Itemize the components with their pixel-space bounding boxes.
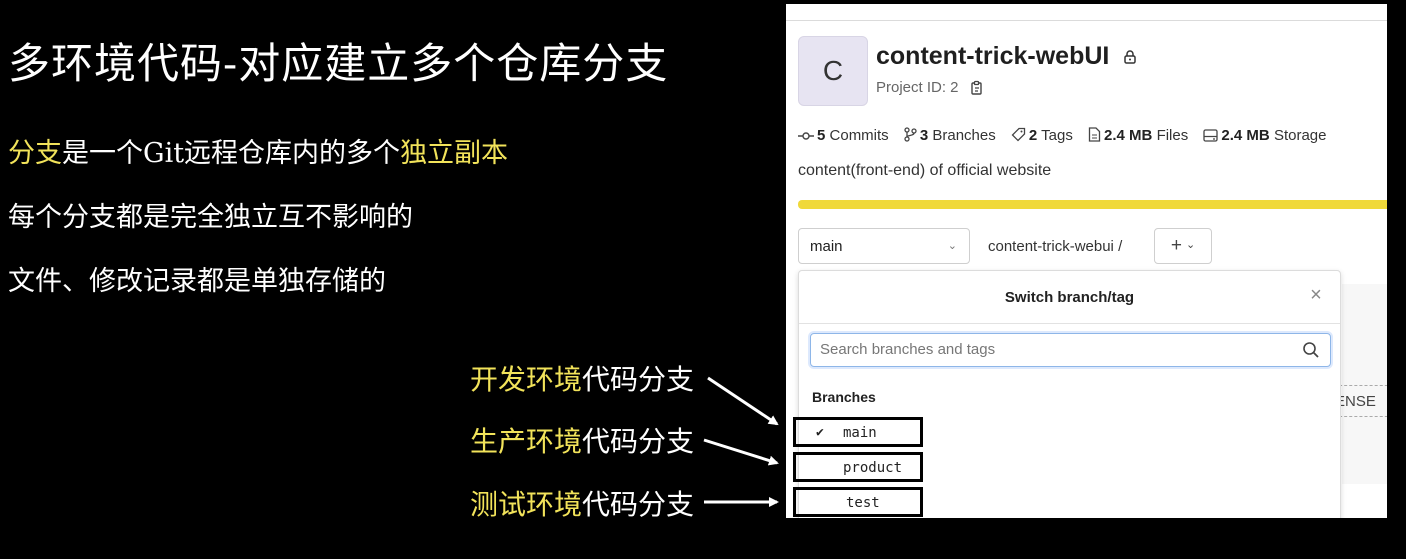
annotation-prod-env: 生产环境: [469, 425, 582, 458]
project-stats: 5 Commits 3 Branches 2 Tags 2.4 MB Files…: [798, 127, 1337, 144]
annotation-prod-rest: 代码分支: [581, 425, 694, 458]
project-id-row: Project ID: 2: [876, 79, 985, 96]
annotation-test-branch: 测试环境代码分支: [470, 483, 694, 523]
chevron-down-icon: ⌄: [947, 240, 957, 252]
files-size: 2.4 MB: [1104, 127, 1153, 144]
slide-line-1: 分支是一个Git远程仓库内的多个独立副本: [8, 131, 508, 170]
lock-icon: [1124, 50, 1137, 65]
copy-icon[interactable]: [969, 80, 985, 96]
commits-count: 5: [817, 127, 826, 144]
file-icon: [1088, 127, 1101, 142]
storage-icon: [1203, 129, 1219, 142]
branch-name: product: [843, 460, 903, 476]
gitlab-screenshot: C content-trick-webUI Project ID: 2 5 Co…: [786, 4, 1387, 518]
add-menu-button[interactable]: + ⌄: [1154, 228, 1212, 264]
top-bar: [786, 4, 1387, 21]
repo-path[interactable]: content-trick-webui: [988, 238, 1114, 255]
commit-icon: [798, 132, 814, 140]
current-branch: main: [810, 238, 843, 255]
language-bar: [798, 200, 1387, 209]
branches-count: 3: [919, 127, 929, 144]
divider: [799, 323, 1340, 324]
commits-stat[interactable]: 5 Commits: [798, 127, 889, 144]
annotation-dev-branch: 开发环境代码分支: [470, 358, 694, 398]
project-id: Project ID: 2: [876, 79, 959, 96]
project-title[interactable]: content-trick-webUI: [876, 42, 1138, 71]
project-name[interactable]: content-trick-webUI: [876, 42, 1109, 70]
branch-name: test: [846, 495, 880, 511]
dropdown-title: Switch branch/tag: [1004, 289, 1135, 306]
arrow-to-main: [707, 376, 779, 426]
path-separator: /: [1118, 238, 1123, 255]
annotation-test-rest: 代码分支: [581, 488, 694, 521]
check-icon: ✔: [816, 425, 824, 440]
chevron-down-icon: ⌄: [1185, 239, 1196, 251]
branch-dropdown: Switch branch/tag × Branches ✔ main prod…: [793, 270, 1341, 518]
branches-stat[interactable]: 3 Branches: [904, 127, 996, 144]
tags-label: Tags: [1041, 127, 1073, 144]
close-icon[interactable]: ×: [1306, 285, 1326, 305]
search-input[interactable]: [811, 334, 1280, 364]
highlight-branch-word: 分支: [8, 138, 62, 169]
tags-stat[interactable]: 2 Tags: [1011, 127, 1073, 144]
branch-item-product[interactable]: product: [793, 452, 923, 482]
arrow-to-product: [703, 438, 779, 466]
branch-item-main[interactable]: ✔ main: [793, 417, 923, 447]
branch-selector[interactable]: main ⌄: [798, 228, 970, 264]
branch-search[interactable]: [810, 333, 1331, 367]
branch-item-test[interactable]: test: [793, 487, 923, 517]
search-icon: [1303, 342, 1319, 358]
line1-text: 是一个Git远程仓库内的多个: [62, 138, 401, 169]
background-panel: [1342, 284, 1387, 484]
files-label: Files: [1156, 127, 1189, 144]
annotation-dev-rest: 代码分支: [581, 363, 694, 396]
highlight-independent-copy: 独立副本: [400, 138, 509, 169]
branch-name: main: [843, 425, 877, 441]
storage-size: 2.4 MB: [1221, 127, 1270, 144]
slide-title: 多环境代码-对应建立多个仓库分支: [8, 39, 669, 88]
commits-label: Commits: [829, 127, 889, 144]
project-description: content(front-end) of official website: [798, 162, 1052, 179]
branches-label: Branches: [932, 127, 996, 144]
branches-section-label: Branches: [812, 389, 876, 405]
annotation-prod-branch: 生产环境代码分支: [470, 420, 694, 460]
annotation-dev-env: 开发环境: [469, 363, 582, 396]
project-avatar: C: [798, 36, 868, 106]
repo-breadcrumb: content-trick-webui /: [988, 238, 1122, 255]
tags-count: 2: [1028, 127, 1038, 144]
storage-stat[interactable]: 2.4 MB Storage: [1203, 127, 1326, 144]
storage-label: Storage: [1273, 127, 1327, 144]
files-stat[interactable]: 2.4 MB Files: [1088, 127, 1188, 144]
plus-icon: +: [1170, 235, 1182, 256]
license-button[interactable]: ENSE: [1334, 385, 1387, 417]
slide-line-3: 文件、修改记录都是单独存储的: [8, 266, 386, 297]
slide-line-2: 每个分支都是完全独立互不影响的: [8, 202, 413, 233]
tag-icon: [1011, 127, 1026, 142]
branch-icon: [904, 127, 917, 142]
annotation-test-env: 测试环境: [469, 488, 582, 521]
